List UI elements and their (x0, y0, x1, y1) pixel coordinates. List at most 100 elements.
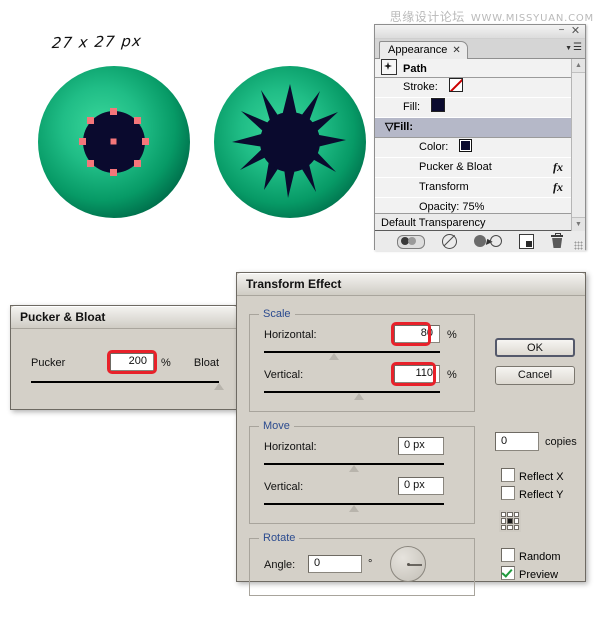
preview-checkbox[interactable] (501, 566, 515, 580)
appearance-group-fill[interactable]: ▽Fill: (375, 118, 585, 138)
move-group: Move Horizontal: 0 px Vertical: 0 px (249, 420, 475, 524)
pucker-value-input[interactable]: 200 (110, 353, 154, 371)
scale-vertical-slider-track[interactable] (264, 391, 440, 393)
rotate-angle-input[interactable]: 0 (308, 555, 362, 573)
reference-point-grid[interactable] (499, 510, 521, 532)
pucker-unit-label: % (161, 357, 171, 369)
anchor-bottom-right[interactable] (513, 524, 519, 530)
rotate-dial[interactable] (390, 546, 426, 582)
preview-row[interactable]: Preview (501, 566, 558, 581)
clear-appearance-icon[interactable] (441, 234, 457, 249)
rotate-dial-hub (406, 562, 410, 566)
appearance-row-stroke-label: Stroke: (403, 81, 438, 93)
random-label: Random (519, 551, 561, 563)
scale-vertical-unit: % (447, 369, 457, 381)
artwork-canvas: 27 x 27 px (0, 0, 370, 250)
scale-vertical-slider-thumb[interactable] (354, 393, 364, 400)
fill-swatch-icon[interactable] (431, 98, 446, 112)
fx-icon[interactable]: fx (553, 158, 563, 177)
appearance-row-path[interactable]: Path (375, 59, 585, 78)
duplicate-selected-item-icon[interactable]: ▶ (474, 235, 502, 248)
anchor-top-left[interactable] (501, 512, 507, 518)
scale-vertical-input[interactable]: 110 (394, 365, 440, 383)
stroke-none-swatch-icon[interactable] (448, 78, 463, 92)
cancel-button[interactable]: Cancel (495, 366, 575, 385)
appearance-panel-titlebar[interactable]: − ✕ (375, 25, 585, 39)
reflect-y-checkbox[interactable] (501, 486, 515, 500)
appearance-panel-scrollbar[interactable]: ▲ ▼ (571, 59, 585, 231)
pucker-left-label: Pucker (31, 357, 66, 369)
pucker-slider-track[interactable] (31, 381, 219, 383)
pucker-slider-thumb[interactable] (214, 383, 224, 390)
path-target-icon (381, 59, 397, 75)
fx-icon[interactable]: fx (553, 178, 563, 197)
anchor-bottom-center[interactable] (507, 524, 513, 530)
scroll-up-icon[interactable]: ▲ (572, 59, 585, 73)
move-horizontal-slider-thumb[interactable] (349, 465, 359, 472)
appearance-group-fill-label: Fill: (393, 121, 414, 133)
reflect-x-label: Reflect X (519, 471, 564, 483)
move-vertical-slider-thumb[interactable] (349, 505, 359, 512)
default-transparency-row[interactable]: Default Transparency (375, 213, 574, 231)
anchor-top-center[interactable] (507, 512, 513, 518)
color-swatch-icon[interactable] (459, 139, 473, 152)
anchor-bottom-left[interactable] (501, 524, 507, 530)
reflect-x-row[interactable]: Reflect X (501, 468, 564, 483)
reflect-y-label: Reflect Y (519, 489, 564, 501)
appearance-panel-footer: ▶ (375, 231, 585, 251)
add-new-effect-icon[interactable] (519, 234, 535, 249)
scale-horizontal-label: Horizontal: (264, 329, 317, 341)
appearance-row-transform[interactable]: Transform fx (375, 178, 585, 198)
scale-group: Scale Horizontal: 80 % Vertical: 110 % (249, 308, 475, 412)
anchor-middle-left[interactable] (501, 518, 507, 524)
resize-grip-icon[interactable] (574, 241, 583, 250)
chevron-down-icon: ▼ (565, 45, 573, 52)
rotate-dial-needle (408, 564, 422, 566)
appearance-row-stroke[interactable]: Stroke: (375, 78, 585, 98)
watermark-chinese: 思缘设计论坛 (389, 10, 465, 24)
panel-flyout-menu-icon[interactable]: ▼☰ (560, 42, 582, 55)
appearance-row-color[interactable]: Color: (375, 138, 585, 158)
appearance-panel[interactable]: − ✕ Appearance ✕ ▼☰ Path Stroke: Fill: ▽F… (374, 24, 586, 251)
close-icon[interactable]: ✕ (570, 26, 581, 37)
scale-horizontal-slider-track[interactable] (264, 351, 440, 353)
rotate-angle-label: Angle: (264, 559, 296, 571)
scale-horizontal-input[interactable]: 80 (394, 325, 440, 343)
rotate-angle-unit: ° (368, 558, 373, 570)
move-vertical-input[interactable]: 0 px (398, 477, 444, 495)
appearance-row-fill-label: Fill: (403, 101, 421, 113)
rotate-group-legend: Rotate (259, 532, 300, 544)
anchor-middle-right[interactable] (513, 518, 519, 524)
watermark-url: WWW.MISSYUAN.COM (470, 13, 594, 24)
scroll-down-icon[interactable]: ▼ (572, 217, 585, 231)
delete-selected-item-icon[interactable] (551, 233, 564, 248)
move-horizontal-input[interactable]: 0 px (398, 437, 444, 455)
anchor-top-right[interactable] (513, 512, 519, 518)
transform-effect-dialog[interactable]: Transform Effect Scale Horizontal: 80 % … (236, 272, 586, 596)
random-row[interactable]: Random (501, 548, 561, 563)
random-checkbox[interactable] (501, 548, 515, 562)
site-watermark: 思缘设计论坛 WWW.MISSYUAN.COM (390, 8, 594, 25)
reflect-y-row[interactable]: Reflect Y (501, 486, 563, 501)
appearance-row-transform-label: Transform (419, 181, 469, 193)
appearance-list: Path Stroke: Fill: ▽Fill: Color: Pucker … (375, 59, 585, 231)
default-transparency-label: Default Transparency (381, 217, 486, 229)
eye-before-graphic (38, 66, 190, 218)
ok-button[interactable]: OK (495, 338, 575, 357)
appearance-row-fill[interactable]: Fill: (375, 98, 585, 118)
scale-horizontal-slider-thumb[interactable] (329, 353, 339, 360)
appearance-row-pucker-bloat-label: Pucker & Bloat (419, 161, 492, 173)
tab-appearance[interactable]: Appearance ✕ (379, 41, 468, 59)
move-horizontal-label: Horizontal: (264, 441, 317, 453)
tab-close-icon[interactable]: ✕ (452, 45, 460, 56)
appearance-row-pucker-bloat[interactable]: Pucker & Bloat fx (375, 158, 585, 178)
appearance-panel-tabstrip: Appearance ✕ ▼☰ (375, 39, 585, 59)
reflect-x-checkbox[interactable] (501, 468, 515, 482)
new-art-has-basic-appearance-icon[interactable] (396, 234, 425, 249)
pucker-and-bloat-dialog[interactable]: Pucker & Bloat Pucker 200 % Bloat (10, 305, 238, 410)
copies-input[interactable]: 0 (495, 432, 539, 451)
transform-dialog-body: Scale Horizontal: 80 % Vertical: 110 % M… (237, 296, 585, 596)
scale-vertical-label: Vertical: (264, 369, 304, 381)
minimize-icon[interactable]: − (556, 26, 567, 37)
anchor-center[interactable] (507, 518, 513, 524)
